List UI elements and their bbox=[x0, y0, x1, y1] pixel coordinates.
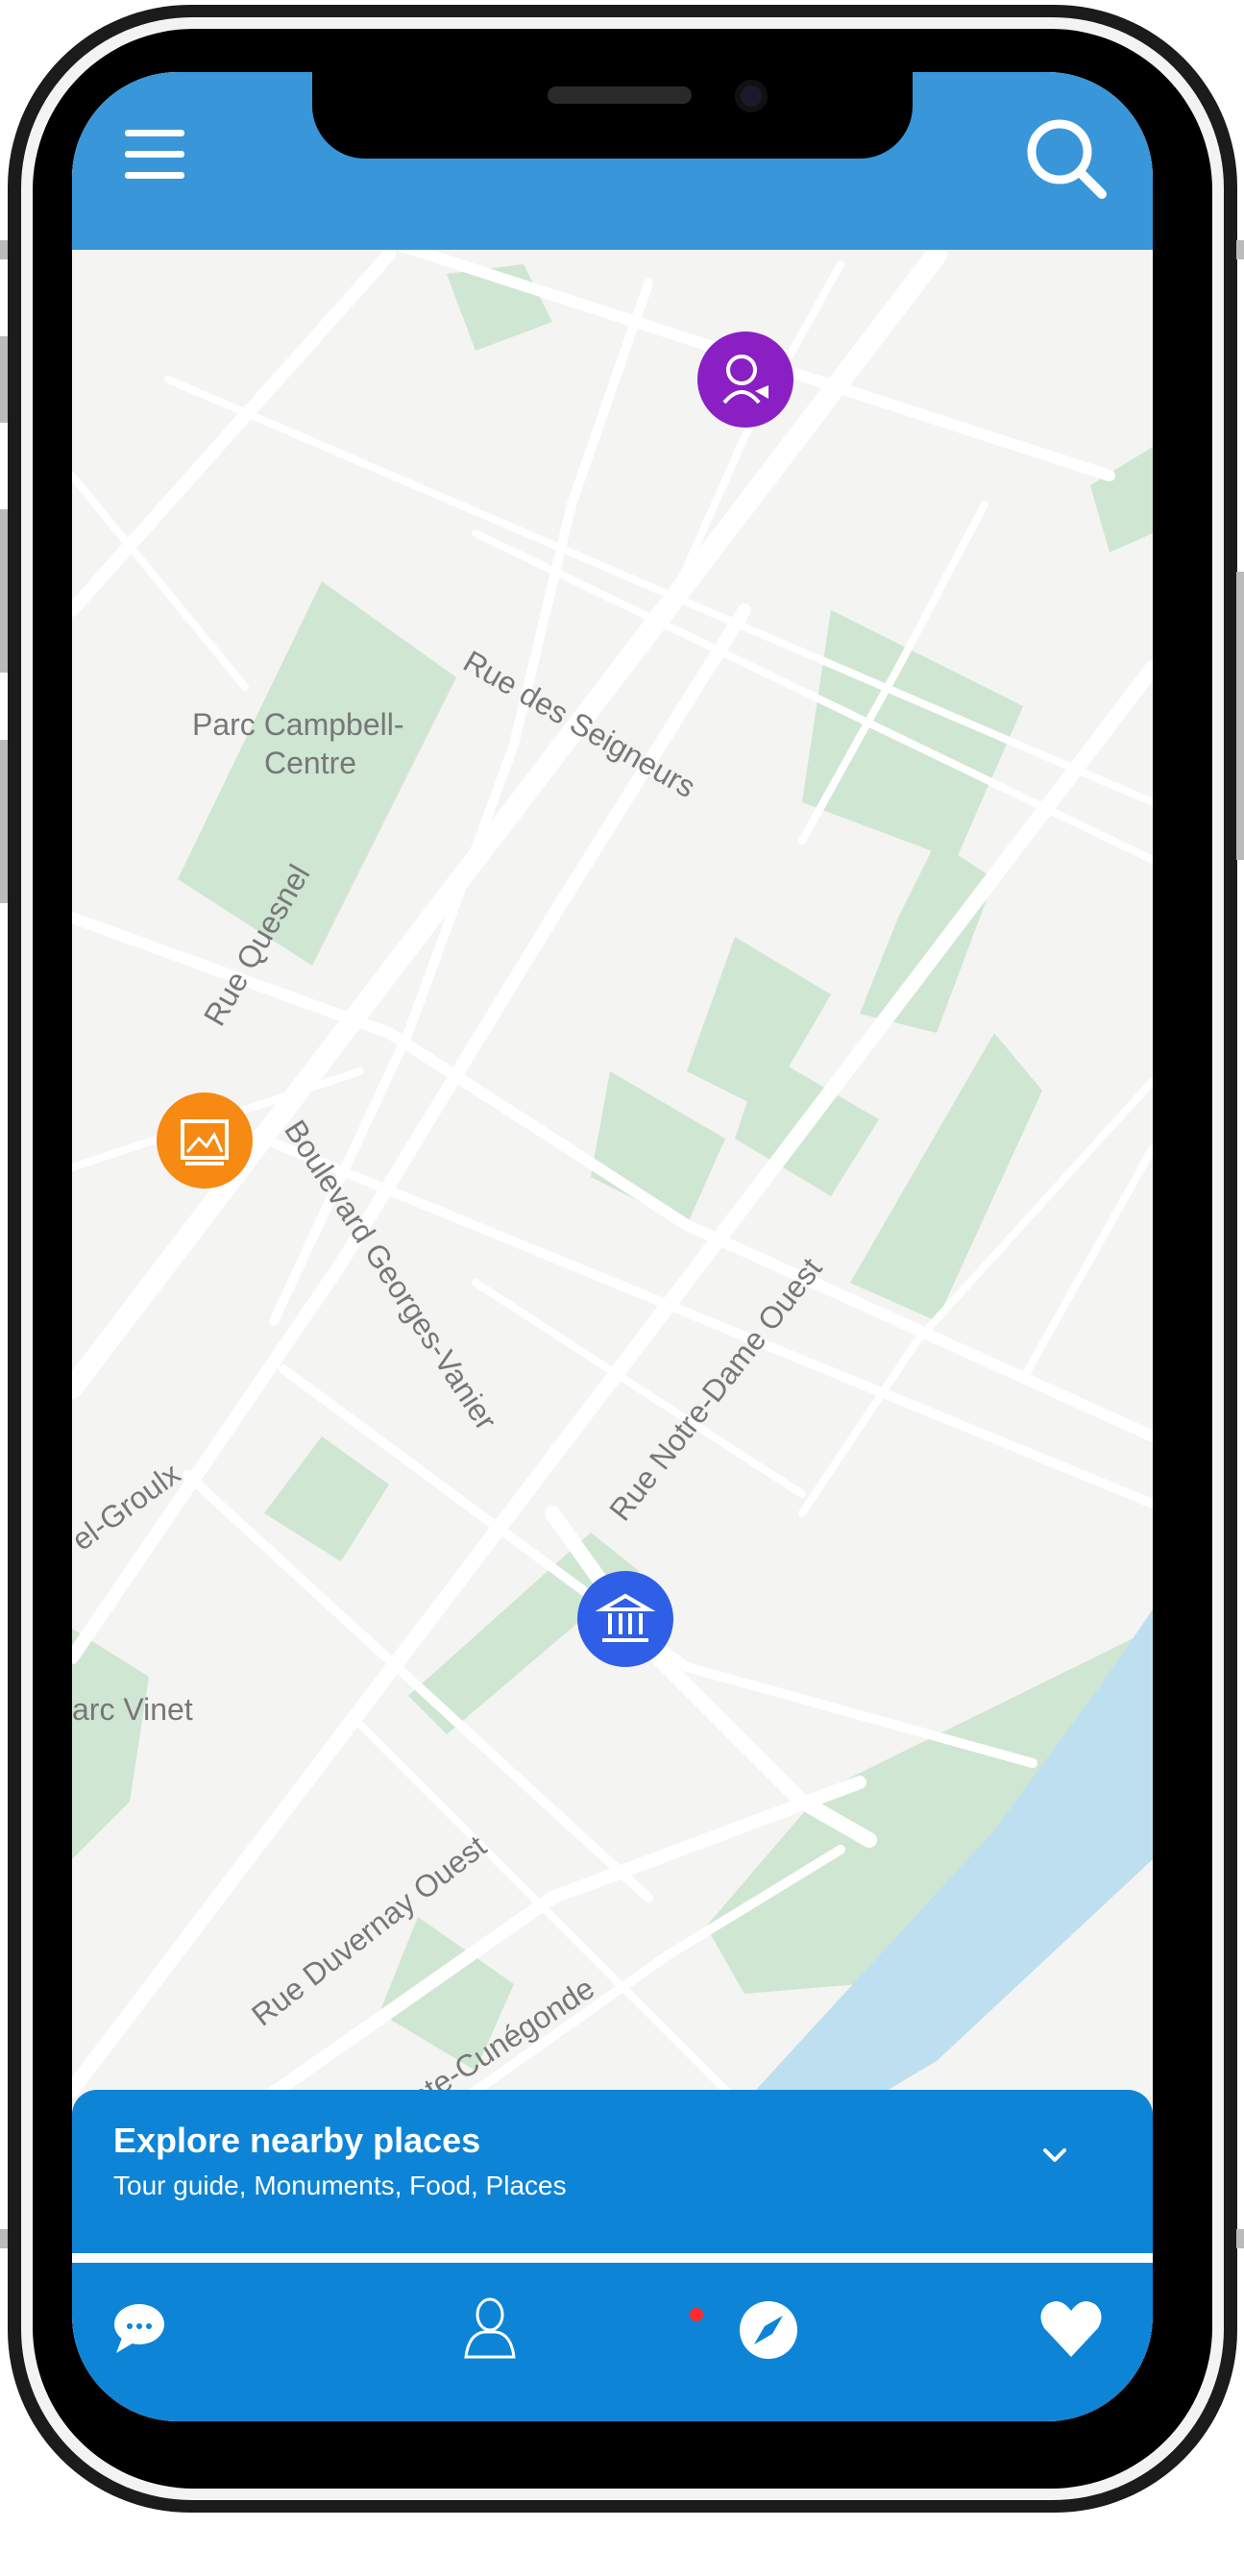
bottom-tab-bar bbox=[72, 2263, 1153, 2421]
sheet-divider bbox=[72, 2253, 1153, 2263]
speaker-grille bbox=[548, 86, 692, 104]
tour-guide-pin[interactable] bbox=[697, 331, 793, 428]
label-parc-vinet: arc Vinet bbox=[72, 1692, 193, 1727]
chevron-down-icon[interactable] bbox=[1037, 2138, 1072, 2172]
tab-explore[interactable] bbox=[730, 2292, 807, 2368]
heart-icon bbox=[1040, 2301, 1102, 2357]
front-camera bbox=[735, 80, 768, 112]
sheet-title: Explore nearby places bbox=[113, 2121, 481, 2160]
label-parc-campbell-2: Centre bbox=[264, 746, 356, 780]
search-icon[interactable] bbox=[1023, 115, 1110, 202]
map-view[interactable]: Parc Campbell- Centre Rue des Seigneurs … bbox=[72, 72, 1153, 2421]
art-gallery-pin[interactable] bbox=[157, 1092, 253, 1189]
sheet-subtitle: Tour guide, Monuments, Food, Places bbox=[113, 2171, 567, 2200]
device-notch bbox=[312, 72, 913, 159]
art-gallery-icon bbox=[181, 1119, 229, 1165]
label-parc-campbell-1: Parc Campbell- bbox=[192, 707, 404, 742]
explore-nearby-sheet[interactable]: Explore nearby places Tour guide, Monume… bbox=[72, 2090, 1153, 2253]
tab-favorites[interactable] bbox=[1033, 2292, 1110, 2368]
tab-profile[interactable] bbox=[451, 2292, 528, 2368]
chat-icon bbox=[114, 2304, 164, 2353]
hamburger-menu-icon[interactable] bbox=[125, 130, 192, 187]
user-icon bbox=[464, 2297, 516, 2359]
tour-guide-icon bbox=[722, 355, 768, 405]
museum-icon bbox=[595, 1593, 656, 1642]
tab-chat[interactable] bbox=[101, 2292, 178, 2368]
compass-icon bbox=[740, 2301, 797, 2359]
active-tab-indicator bbox=[690, 2308, 703, 2321]
monument-pin[interactable] bbox=[577, 1571, 673, 1667]
app-screen: Parc Campbell- Centre Rue des Seigneurs … bbox=[72, 72, 1153, 2421]
